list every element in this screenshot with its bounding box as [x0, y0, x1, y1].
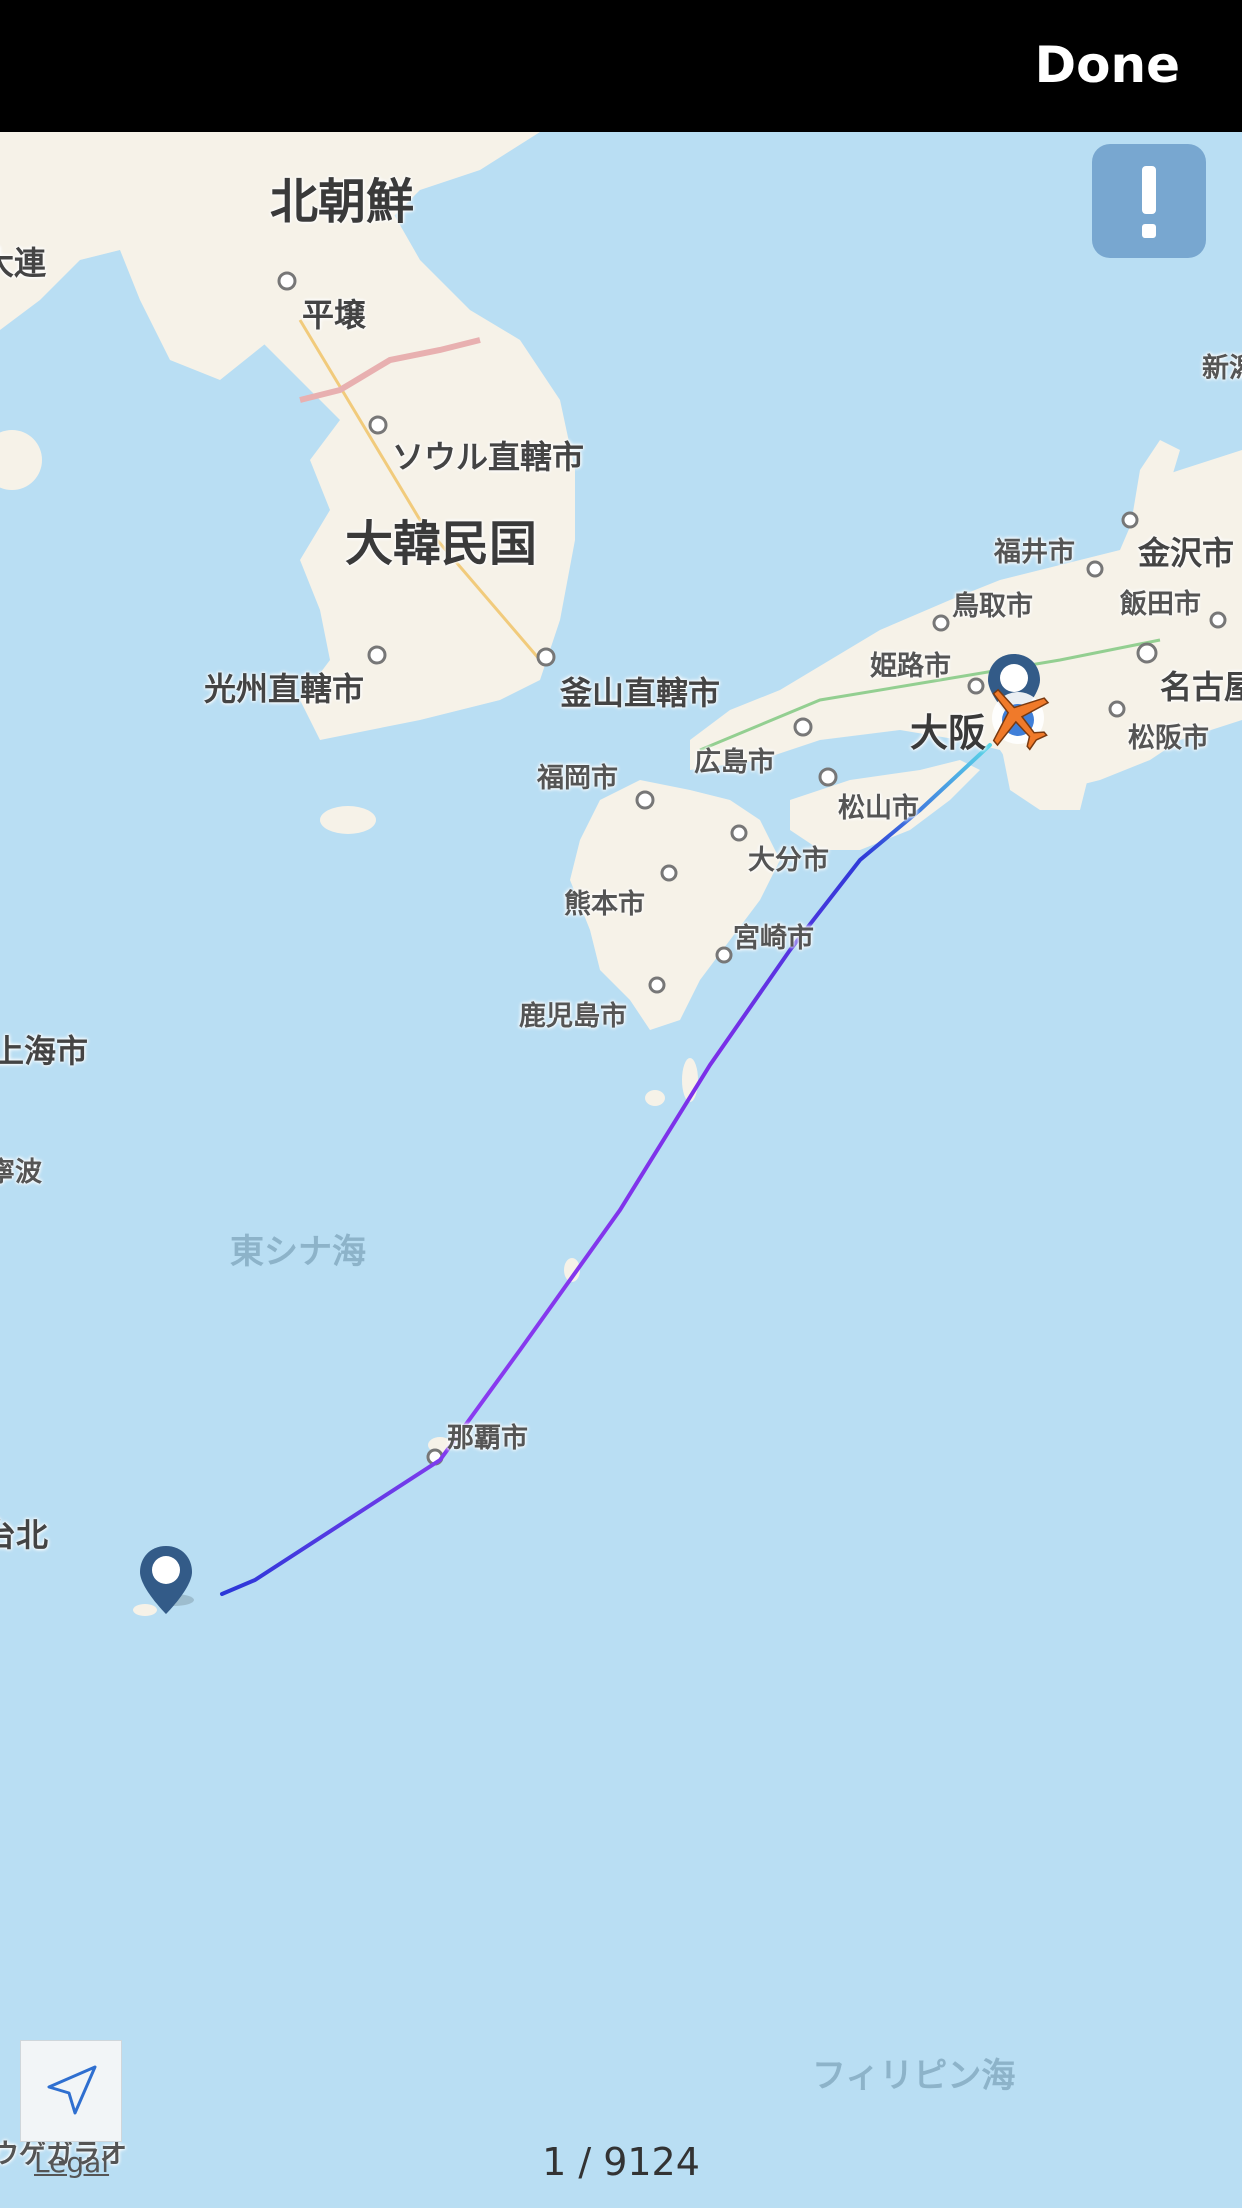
location-arrow-icon [47, 2065, 97, 2115]
map-label: 熊本市 [564, 889, 645, 920]
map-label: 松阪市 [1128, 723, 1209, 754]
map-label: 上海市 [0, 1032, 89, 1070]
page-counter: 1 / 9124 [542, 2140, 700, 2184]
map-label: 光州直轄市 [204, 670, 365, 708]
map-label: ソウル直轄市 [392, 438, 585, 476]
sea-label: フィリピン海 [812, 2056, 1016, 2096]
map-label: 鳥取市 [952, 591, 1033, 622]
map-label: 新潟 [1202, 353, 1242, 384]
map-label: 広島市 [694, 747, 775, 778]
top-bar: Done [0, 0, 1242, 132]
map-label: 大韓民国 [345, 516, 538, 572]
map-label: 北朝鮮 [270, 174, 415, 230]
locate-button[interactable] [20, 2040, 122, 2142]
map-label: 大分市 [748, 845, 829, 876]
alert-button[interactable] [1092, 144, 1206, 258]
map-label: 宮崎市 [733, 923, 814, 954]
map-label: 平壌 [302, 296, 367, 334]
done-button[interactable]: Done [1035, 36, 1180, 94]
airplane-icon[interactable] [978, 678, 1056, 756]
map-label: 大連 [0, 244, 47, 282]
map-label: 福井市 [994, 537, 1075, 568]
sea-label: 東シナ海 [230, 1232, 366, 1272]
map-label: 金沢市 [1138, 534, 1235, 572]
map-canvas [0, 132, 1242, 2208]
map-label: 飯田市 [1120, 589, 1201, 620]
map-label: 寧波 [0, 1157, 42, 1188]
land-jeju [320, 806, 376, 834]
map-label: 釜山直轄市 [560, 674, 721, 712]
map-view[interactable]: 北朝鮮 大連 平壌 ソウル直轄市 大韓民国 光州直轄市 釜山直轄市 福岡市 広島… [0, 132, 1242, 2208]
map-label: 福岡市 [537, 763, 618, 794]
map-label: 姫路市 [870, 651, 951, 682]
map-label: 那覇市 [447, 1423, 528, 1454]
map-label: 鹿児島市 [519, 1001, 627, 1032]
map-label: 名古屋 [1160, 668, 1242, 706]
map-label: 台北 [0, 1516, 49, 1554]
origin-pin-icon[interactable] [136, 1544, 196, 1620]
land-amami [645, 1090, 665, 1106]
map-label: 松山市 [838, 793, 919, 824]
exclamation-icon [1142, 166, 1156, 238]
map-label: 大阪 [910, 711, 987, 755]
